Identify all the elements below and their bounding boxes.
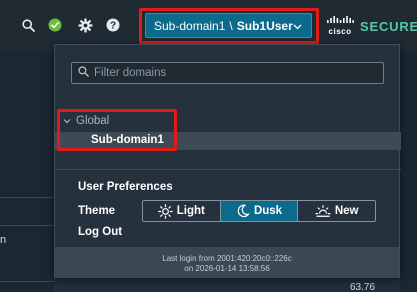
background-left-panel	[0, 52, 54, 292]
product-name: SECURE	[360, 18, 417, 34]
moon-icon	[237, 204, 250, 218]
gear-icon[interactable]	[76, 16, 94, 34]
section-divider	[55, 169, 401, 170]
current-user-label: Sub1User	[236, 18, 293, 33]
filter-domains-input[interactable]	[94, 67, 374, 79]
theme-dusk-button[interactable]: Dusk	[220, 201, 299, 221]
background-right-panel	[400, 52, 417, 292]
last-login-time: on 2026-01-14 13:58:56	[184, 264, 270, 273]
filter-domains-field[interactable]	[71, 62, 384, 84]
domain-tree-highlight	[57, 109, 177, 151]
background-divider	[0, 281, 54, 282]
sunrise-icon	[315, 205, 331, 217]
theme-light-button[interactable]: Light	[143, 201, 221, 221]
sun-icon	[157, 203, 173, 219]
svg-text:?: ?	[110, 21, 116, 32]
background-column-text: n	[0, 234, 7, 246]
theme-new-label: New	[334, 205, 359, 217]
theme-toggle-group: Light Dusk New	[142, 200, 376, 222]
help-icon[interactable]: ?	[104, 16, 122, 34]
last-login-footer: Last login from 2001:420:20c0::226c on 2…	[55, 247, 399, 278]
domain-selector-button[interactable]: Sub-domain1 \ Sub1User	[145, 13, 312, 38]
theme-new-button[interactable]: New	[298, 201, 375, 221]
theme-dusk-label: Dusk	[253, 205, 283, 217]
background-divider	[0, 197, 54, 198]
log-out-link[interactable]: Log Out	[78, 226, 122, 238]
cisco-bars-icon	[327, 16, 354, 23]
background-divider	[0, 225, 54, 226]
cisco-logo-text: cisco	[328, 27, 352, 36]
theme-light-label: Light	[176, 205, 205, 217]
domain-dropdown-panel: Global Sub-domain1 User Preferences Them…	[54, 44, 401, 278]
theme-label: Theme	[78, 205, 116, 217]
cisco-secure-logo: cisco SECURE	[326, 15, 417, 37]
search-icon	[78, 64, 89, 82]
search-icon[interactable]	[19, 16, 37, 34]
check-circle-icon[interactable]	[46, 16, 64, 34]
current-domain-label: Sub-domain1	[154, 18, 226, 33]
last-login-address: Last login from 2001:420:20c0::226c	[162, 254, 292, 263]
domain-separator: \	[229, 18, 233, 33]
app-root: n 63.76 ? Sub-domain1 \ Sub1User cisco S…	[0, 0, 417, 292]
user-preferences-heading: User Preferences	[78, 181, 173, 193]
chevron-down-icon	[293, 20, 302, 34]
background-value: 63.76	[350, 282, 376, 292]
